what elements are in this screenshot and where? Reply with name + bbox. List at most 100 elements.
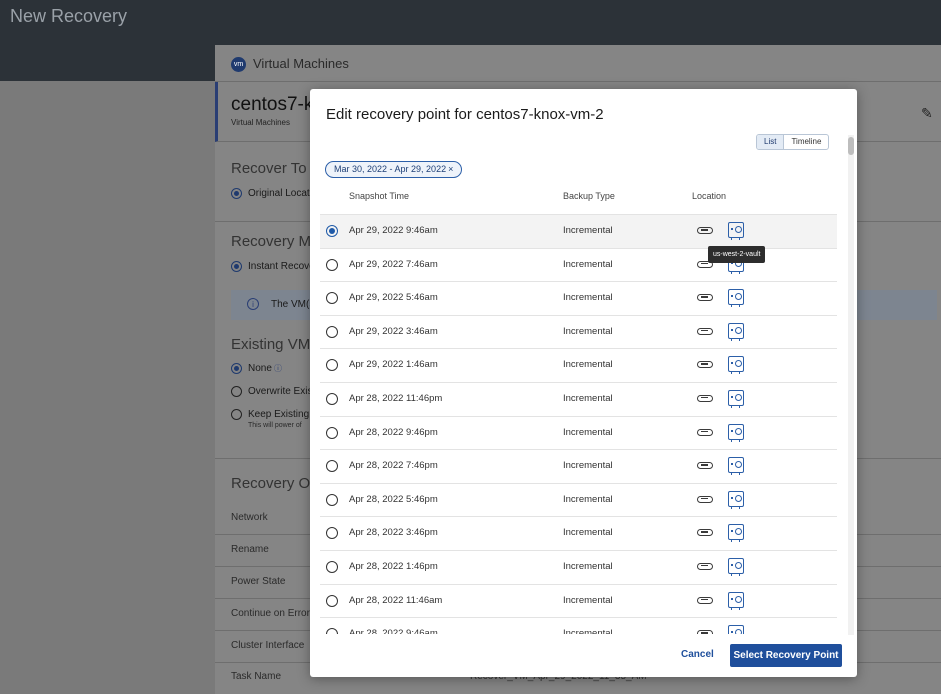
row-radio[interactable] — [326, 292, 338, 305]
row-radio[interactable] — [326, 460, 338, 473]
table-row[interactable]: Apr 28, 2022 7:46pm Incremental — [320, 449, 837, 483]
table-row[interactable]: Apr 29, 2022 5:46am Incremental — [320, 281, 837, 315]
vault-icon[interactable] — [728, 557, 744, 576]
table-row[interactable]: Apr 28, 2022 5:46pm Incremental — [320, 482, 837, 517]
existing-vm-overwrite-radio[interactable] — [231, 386, 242, 397]
recover-to-title: Recover To — [231, 160, 307, 177]
table-row[interactable]: Apr 28, 2022 11:46pm Incremental — [320, 381, 837, 416]
cancel-button[interactable]: Cancel — [681, 649, 714, 660]
row-radio[interactable] — [326, 594, 338, 607]
link-icon[interactable] — [697, 327, 713, 335]
link-icon[interactable] — [697, 361, 713, 369]
snapshot-time: Apr 29, 2022 3:46am — [349, 325, 438, 337]
existing-vm-note: This will power of — [248, 422, 302, 429]
select-recovery-point-button[interactable]: Select Recovery Point — [730, 644, 842, 667]
vault-icon[interactable] — [728, 625, 744, 634]
row-radio[interactable] — [326, 426, 338, 439]
vault-icon[interactable] — [728, 356, 744, 375]
close-icon[interactable]: × — [448, 164, 453, 174]
table-row[interactable]: Apr 28, 2022 9:46pm Incremental — [320, 415, 837, 450]
info-small-icon: ⓘ — [274, 364, 282, 373]
row-radio[interactable] — [326, 325, 338, 338]
recover-to-radio[interactable] — [231, 188, 242, 199]
vm-icon: vm — [231, 57, 246, 72]
table-row[interactable]: Apr 29, 2022 9:46am Incremental — [320, 214, 837, 248]
row-radio[interactable] — [326, 392, 338, 405]
recovery-point-list: Apr 29, 2022 9:46am Incremental Apr 29, 20… — [320, 214, 837, 634]
backup-type: Incremental — [563, 594, 613, 606]
row-radio[interactable] — [326, 225, 338, 237]
recovery-method-title: Recovery Me — [231, 233, 320, 250]
existing-vm-keep-radio[interactable] — [231, 409, 242, 420]
existing-vm-none-radio[interactable] — [231, 363, 242, 374]
vault-icon[interactable] — [728, 457, 744, 476]
link-icon[interactable] — [697, 529, 713, 537]
snapshot-time: Apr 28, 2022 9:46am — [349, 628, 438, 634]
vault-icon[interactable] — [728, 490, 744, 509]
power-state-label: Power State — [231, 576, 286, 587]
cluster-interface-label: Cluster Interface — [231, 640, 305, 651]
recovery-method-radio[interactable] — [231, 261, 242, 272]
link-icon[interactable] — [697, 562, 713, 570]
link-icon[interactable] — [697, 428, 713, 436]
link-icon[interactable] — [697, 227, 713, 234]
table-row[interactable]: Apr 28, 2022 11:46am Incremental — [320, 583, 837, 618]
snapshot-time: Apr 29, 2022 5:46am — [349, 292, 438, 304]
existing-vm-keep-label: Keep Existing V — [248, 409, 319, 420]
existing-vm-overwrite-label: Overwrite Exist — [248, 386, 316, 397]
backup-type: Incremental — [563, 460, 613, 472]
list-view-button[interactable]: List — [757, 135, 785, 149]
scrollbar[interactable] — [848, 135, 854, 635]
table-row[interactable]: Apr 29, 2022 1:46am Incremental — [320, 348, 837, 382]
snapshot-time: Apr 28, 2022 5:46pm — [349, 493, 438, 505]
backup-type: Incremental — [563, 493, 613, 505]
vault-icon[interactable] — [728, 524, 744, 543]
vault-icon[interactable] — [728, 591, 744, 610]
snapshot-time: Apr 28, 2022 11:46pm — [349, 392, 443, 404]
link-icon[interactable] — [697, 630, 713, 634]
row-radio[interactable] — [326, 527, 338, 540]
vault-icon[interactable] — [728, 222, 744, 240]
date-range-filter-chip[interactable]: Mar 30, 2022 - Apr 29, 2022 × — [325, 161, 463, 178]
info-icon: i — [247, 298, 259, 310]
backup-type: Incremental — [563, 392, 613, 404]
recover-to-option: Original Locatio — [248, 188, 318, 199]
vault-icon[interactable] — [728, 322, 744, 341]
scrollbar-thumb[interactable] — [848, 137, 854, 155]
vault-icon[interactable] — [728, 289, 744, 308]
backup-type: Incremental — [563, 560, 613, 572]
page-title: New Recovery — [10, 6, 128, 26]
snapshot-time: Apr 29, 2022 1:46am — [349, 359, 438, 371]
link-icon[interactable] — [697, 495, 713, 503]
snapshot-time: Apr 29, 2022 7:46am — [349, 258, 438, 270]
existing-vm-none-label: None — [248, 363, 272, 374]
timeline-view-button[interactable]: Timeline — [784, 135, 828, 149]
row-radio[interactable] — [326, 560, 338, 573]
footer-divider — [310, 635, 857, 636]
link-icon[interactable] — [697, 462, 713, 470]
link-icon[interactable] — [697, 394, 713, 402]
backup-type: Incremental — [563, 359, 613, 371]
vm-subtitle: Virtual Machines — [231, 118, 290, 127]
row-radio[interactable] — [326, 628, 338, 634]
link-icon[interactable] — [697, 294, 713, 302]
backup-type: Incremental — [563, 292, 613, 304]
backup-type: Incremental — [563, 628, 613, 634]
table-row[interactable]: Apr 28, 2022 1:46pm Incremental — [320, 549, 837, 584]
link-icon[interactable] — [697, 596, 713, 604]
row-radio[interactable] — [326, 258, 338, 271]
table-row[interactable]: Apr 29, 2022 3:46am Incremental — [320, 314, 837, 349]
view-toggle: List Timeline — [756, 134, 830, 150]
row-radio[interactable] — [326, 359, 338, 372]
row-radio[interactable] — [326, 493, 338, 506]
table-row[interactable]: Apr 28, 2022 3:46pm Incremental — [320, 516, 837, 550]
location-tooltip: us-west-2-vault — [708, 246, 766, 263]
vault-icon[interactable] — [728, 389, 744, 408]
info-text: The VM(s — [271, 299, 315, 310]
snapshot-time: Apr 28, 2022 1:46pm — [349, 560, 438, 572]
table-row[interactable]: Apr 28, 2022 9:46am Incremental — [320, 617, 837, 634]
edit-pencil-icon[interactable]: ✎ — [921, 105, 933, 122]
backup-type: Incremental — [563, 225, 613, 236]
vault-icon[interactable] — [728, 423, 744, 442]
snapshot-time: Apr 28, 2022 7:46pm — [349, 460, 438, 472]
